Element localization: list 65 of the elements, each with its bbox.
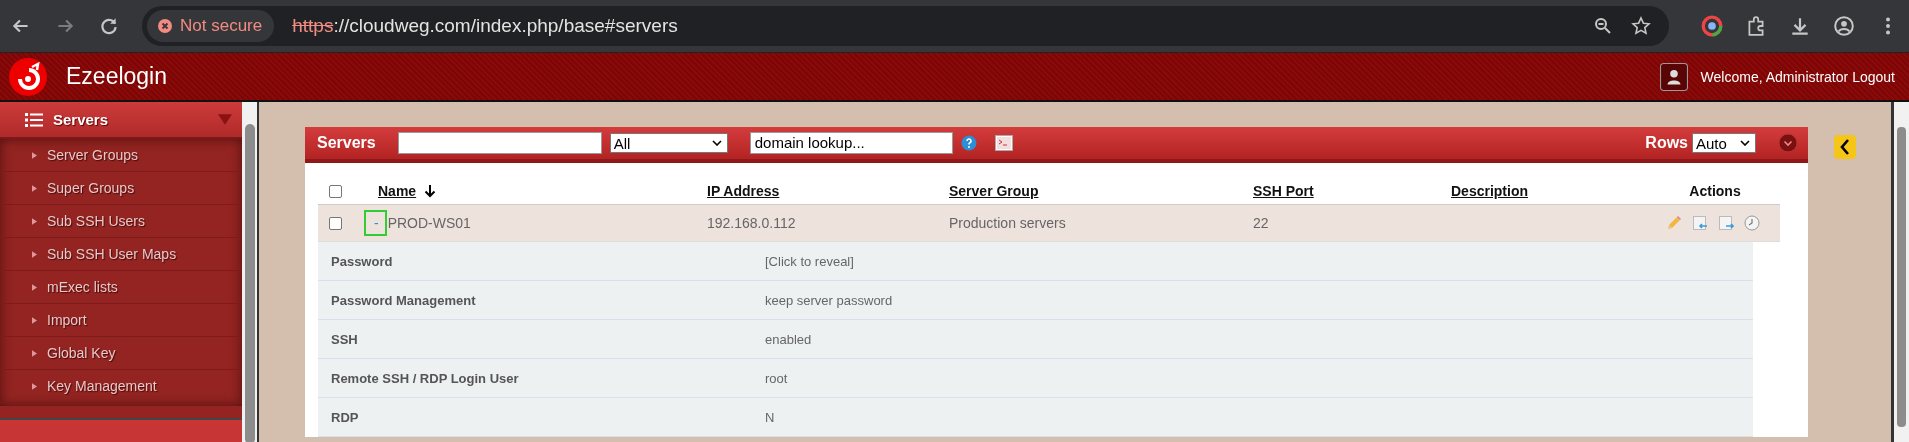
bullet-icon [32,151,37,159]
bullet-icon [32,283,37,291]
table-row[interactable]: - PROD-WS01 192.168.0.112 Production servers 22 [318,205,1780,242]
zoom-out-icon[interactable] [1593,16,1613,36]
star-icon[interactable] [1631,16,1651,36]
expand-toggle[interactable]: - [364,210,387,236]
filter-dropdown[interactable]: All [609,133,728,153]
bullet-icon [32,217,37,225]
detail-label: RDP [331,409,360,425]
detail-value: enabled [765,331,812,347]
extension-icon[interactable] [1701,15,1723,37]
detail-value: root [765,370,788,386]
chevron-icon [711,140,722,146]
panel-title: Servers [317,134,376,152]
rows-dropdown[interactable]: Auto [1692,133,1756,153]
chevron-icon [1740,140,1750,146]
column-header[interactable]: SSH Port [1253,183,1314,199]
collapse-tab-icon[interactable] [1834,135,1856,159]
security-chip[interactable]: Not secure [147,10,275,42]
rows-label: Rows [1645,134,1688,152]
bullet-icon [32,184,37,192]
column-header[interactable]: Description [1451,183,1528,199]
logout-link[interactable]: Logout [1852,68,1895,85]
detail-label: SSH [331,331,359,347]
bullet-icon [32,349,37,357]
address-bar[interactable]: Not secure https://cloudweg.com/index.php/base#servers [142,6,1669,46]
column-header: Actions [1689,183,1741,199]
profile-icon[interactable] [1833,15,1855,37]
detail-label: Remote SSH / RDP Login User [331,370,520,386]
sidebar-section-header[interactable]: Servers [0,102,242,140]
url-text: https://cloudweg.com/index.php/base#servers [292,15,679,37]
table-cell: Production servers [949,215,1066,231]
welcome-text: Welcome, Administrator [1700,68,1849,85]
detail-value: [Click to reveal] [765,253,854,269]
search-field[interactable] [397,132,602,154]
detail-value: N [765,409,775,425]
detail-label: Password [331,253,394,269]
list-icon [25,112,43,127]
bullet-icon [32,316,37,324]
detail-value: keep server password [765,292,893,308]
table-cell: 22 [1253,215,1269,231]
column-header[interactable]: IP Address [707,183,780,199]
bullet-icon [32,382,37,390]
logo-icon [8,56,48,97]
sort-arrow-icon [424,184,437,198]
collapse-icon[interactable] [1778,133,1798,153]
app-name: Ezeelogin [66,63,168,90]
terminal-icon[interactable] [994,135,1013,151]
table-cell: 192.168.0.112 [707,215,796,231]
row-checkbox[interactable] [329,216,342,230]
caret-icon [218,114,232,126]
detail-label: Password Management [331,292,477,308]
scrollbar[interactable] [1891,102,1909,442]
column-header[interactable]: Server Group [949,183,1039,199]
download-icon[interactable] [1789,15,1811,37]
select-all-checkbox[interactable] [329,184,342,198]
lookup-field[interactable]: domain lookup... [749,132,953,154]
bullet-icon [32,250,37,258]
user-avatar-icon [1659,62,1688,91]
warning-icon [157,18,173,34]
help-icon[interactable] [960,135,977,151]
table-cell: PROD-WS01 [387,215,471,231]
reload-icon[interactable] [98,15,120,37]
column-header[interactable]: Name [378,183,417,199]
scrollbar[interactable] [242,102,259,442]
